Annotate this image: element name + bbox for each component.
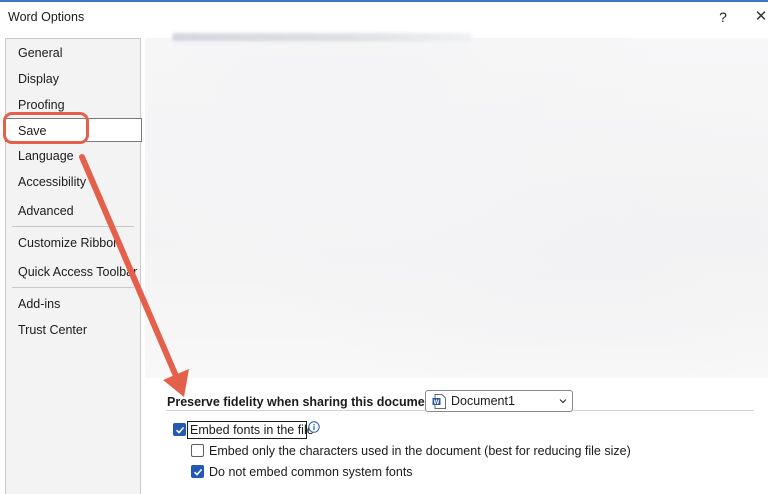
embed-only-used-checkbox[interactable]	[191, 444, 204, 457]
close-icon[interactable]: ✕	[752, 7, 768, 27]
no-common-fonts-checkbox[interactable]	[191, 465, 204, 478]
embed-only-used-label[interactable]: Embed only the characters used in the do…	[209, 444, 631, 459]
info-icon[interactable]	[308, 421, 320, 433]
sidebar-item-save[interactable]: Save	[5, 118, 142, 142]
options-sidebar: General Display Proofing Save Language A…	[5, 38, 142, 494]
document-select[interactable]: W Document1	[425, 390, 573, 412]
fidelity-section-label: Preserve fidelity when sharing this docu…	[167, 395, 441, 409]
blurred-content-region	[145, 38, 768, 378]
sidebar-item-trust-center[interactable]: Trust Center	[6, 318, 140, 342]
window-title: Word Options	[8, 10, 85, 24]
sidebar-item-accessibility[interactable]: Accessibility	[6, 170, 140, 194]
embed-fonts-checkbox[interactable]	[173, 423, 186, 436]
embed-fonts-label[interactable]: Embed fonts in the file	[190, 423, 314, 438]
sidebar-item-add-ins[interactable]: Add-ins	[6, 292, 140, 316]
sidebar-separator	[12, 226, 134, 227]
check-icon	[193, 468, 203, 476]
title-bar: Word Options ? ✕	[0, 2, 768, 32]
sidebar-separator	[12, 287, 134, 288]
document-select-value: Document1	[451, 394, 515, 408]
blurred-option-line	[172, 33, 472, 41]
sidebar-item-customize-ribbon[interactable]: Customize Ribbon	[6, 231, 140, 255]
no-common-fonts-label[interactable]: Do not embed common system fonts	[209, 465, 413, 480]
chevron-down-icon	[559, 399, 567, 404]
sidebar-item-language[interactable]: Language	[6, 144, 140, 168]
sidebar-item-quick-access-toolbar[interactable]: Quick Access Toolbar	[6, 260, 140, 284]
word-document-icon: W	[432, 394, 446, 409]
check-icon	[175, 426, 185, 434]
sidebar-item-general[interactable]: General	[6, 41, 140, 65]
sidebar-item-proofing[interactable]: Proofing	[6, 93, 140, 117]
sidebar-item-advanced[interactable]: Advanced	[6, 199, 140, 223]
help-icon[interactable]: ?	[714, 7, 732, 27]
sidebar-item-display[interactable]: Display	[6, 67, 140, 91]
svg-text:W: W	[434, 400, 440, 406]
